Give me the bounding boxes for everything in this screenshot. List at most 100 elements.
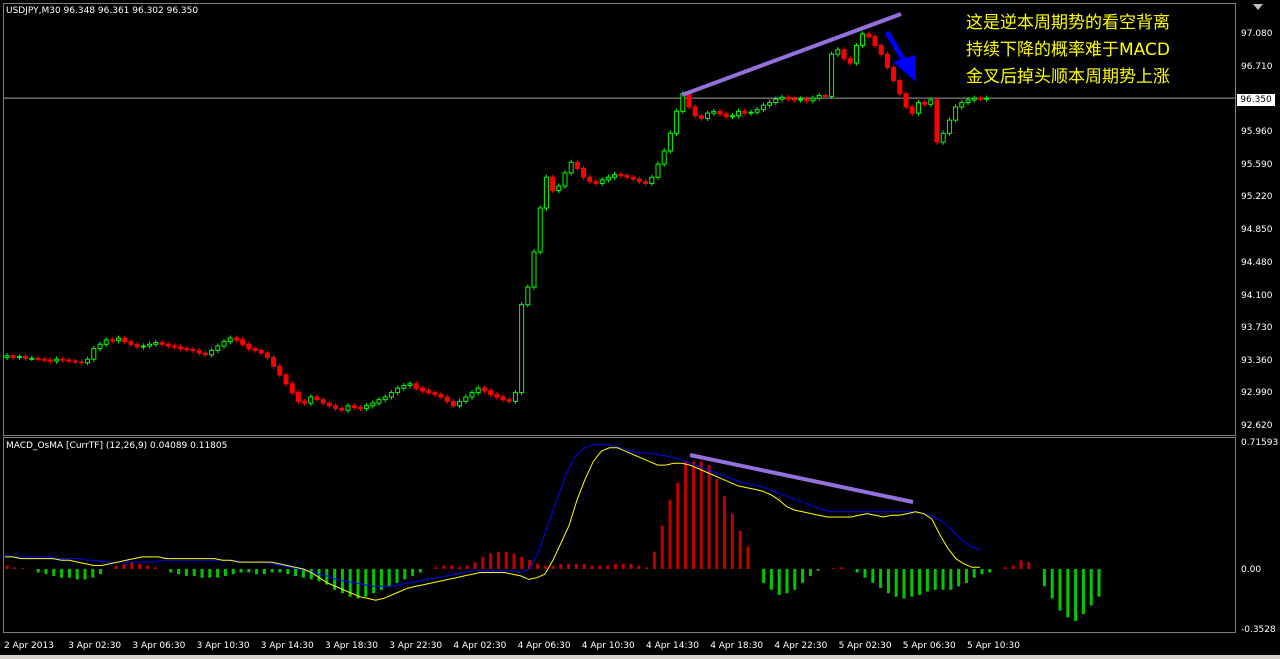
candle-body xyxy=(550,176,556,191)
candle-body xyxy=(407,383,413,387)
price-tick-label: 92.620 xyxy=(1241,421,1273,431)
time-tick-label: 4 Apr 14:30 xyxy=(646,641,699,651)
candle-body xyxy=(419,387,425,392)
candle-body xyxy=(574,161,580,169)
candle-body xyxy=(463,396,469,402)
candle-body xyxy=(171,345,177,348)
candle-body xyxy=(202,352,208,356)
candle-body xyxy=(283,374,289,385)
time-tick-label: 4 Apr 10:30 xyxy=(581,641,635,651)
candle-body xyxy=(587,176,593,183)
annotation-text: 这是逆本周期势的看空背离 持续下降的概率难于MACD 金叉后掉头顺本周期势上涨 xyxy=(966,10,1170,91)
candle-body xyxy=(240,339,246,345)
candle-body xyxy=(934,99,940,143)
candle-body xyxy=(72,360,78,363)
candle-body xyxy=(413,383,419,389)
candle-body xyxy=(562,172,568,187)
candle-body xyxy=(277,365,283,376)
candle-body xyxy=(593,181,599,184)
candle-body xyxy=(29,357,35,360)
candle-body xyxy=(209,349,215,356)
candle-body xyxy=(760,104,766,111)
candle-body xyxy=(85,358,91,364)
candle-body xyxy=(556,185,562,191)
candle-body xyxy=(655,163,661,178)
time-tick-label: 5 Apr 06:30 xyxy=(902,641,956,651)
candle-body xyxy=(109,339,115,342)
candle-body xyxy=(376,399,382,404)
price-tick-label: 97.080 xyxy=(1241,29,1273,39)
candle-body xyxy=(767,102,773,106)
candle-body xyxy=(97,343,103,350)
candle-body xyxy=(816,95,822,99)
candle-body xyxy=(506,399,512,402)
osc-tick-label: 0.71593 xyxy=(1241,438,1279,448)
candle-body xyxy=(729,115,735,118)
candle-body xyxy=(47,359,53,362)
candle-body xyxy=(525,286,531,306)
candle-body xyxy=(233,337,239,341)
candle-body xyxy=(853,44,859,64)
candle-body xyxy=(946,119,952,134)
price-trendline xyxy=(681,12,902,97)
time-tick-label: 5 Apr 02:30 xyxy=(838,641,892,651)
candle-body xyxy=(599,179,605,184)
candle-body xyxy=(308,396,314,404)
candle-body xyxy=(450,400,456,407)
candle-body xyxy=(711,110,717,114)
price-chart-header: USDJPY,M30 96.348 96.361 96.302 96.350 xyxy=(6,6,199,16)
candle-body xyxy=(909,106,915,114)
time-tick-label: 4 Apr 18:30 xyxy=(710,641,764,651)
chart-canvas xyxy=(4,12,1236,621)
candle-body xyxy=(302,400,308,404)
time-tick-label: 3 Apr 02:30 xyxy=(68,641,122,651)
candle-body xyxy=(630,176,636,180)
candle-body xyxy=(128,341,134,345)
price-tick-label: 94.850 xyxy=(1241,225,1273,235)
time-tick-label: 3 Apr 06:30 xyxy=(132,641,186,651)
candle-body xyxy=(519,304,525,394)
candle-body xyxy=(810,97,816,102)
time-tick-label: 2 Apr 2013 xyxy=(4,641,54,651)
chart-tabs-bar[interactable] xyxy=(0,655,1280,659)
candle-body xyxy=(289,383,295,394)
candle-body xyxy=(829,53,835,97)
candle-body xyxy=(215,345,221,351)
candle-body xyxy=(314,396,320,401)
chart-shift-marker-icon[interactable] xyxy=(1253,4,1263,10)
candle-body xyxy=(903,93,909,108)
time-tick-label: 3 Apr 18:30 xyxy=(325,641,378,651)
candle-body xyxy=(190,349,196,352)
candle-body xyxy=(860,33,866,46)
candle-body xyxy=(78,361,84,364)
candle-body xyxy=(16,356,22,359)
candle-body xyxy=(54,358,60,362)
time-tick-label: 5 Apr 10:30 xyxy=(967,641,1020,651)
candle-body xyxy=(804,98,810,102)
candle-body xyxy=(66,359,72,362)
candle-body xyxy=(791,98,797,101)
candle-body xyxy=(159,342,165,345)
candle-body xyxy=(636,178,642,183)
candle-body xyxy=(122,337,128,343)
candle-body xyxy=(333,405,339,409)
candle-body xyxy=(357,407,363,410)
candle-body xyxy=(196,349,202,354)
osc-tick-label: -0.3528 xyxy=(1241,625,1276,635)
candle-body xyxy=(469,392,475,398)
candle-body xyxy=(878,44,884,55)
candle-body xyxy=(705,112,711,119)
price-tick-label: 93.360 xyxy=(1241,355,1273,366)
candle-body xyxy=(798,98,804,101)
candle-body xyxy=(165,343,171,347)
signal-line xyxy=(4,443,981,587)
candle-body xyxy=(847,58,853,64)
current-price-label: 96.350 xyxy=(1237,94,1275,106)
candle-body xyxy=(116,337,122,342)
candle-body xyxy=(779,96,785,100)
candle-body xyxy=(41,358,47,361)
down-arrow-icon xyxy=(893,55,916,82)
candle-body xyxy=(339,407,345,411)
price-tick-label: 94.480 xyxy=(1241,257,1273,268)
candle-body xyxy=(643,181,649,184)
